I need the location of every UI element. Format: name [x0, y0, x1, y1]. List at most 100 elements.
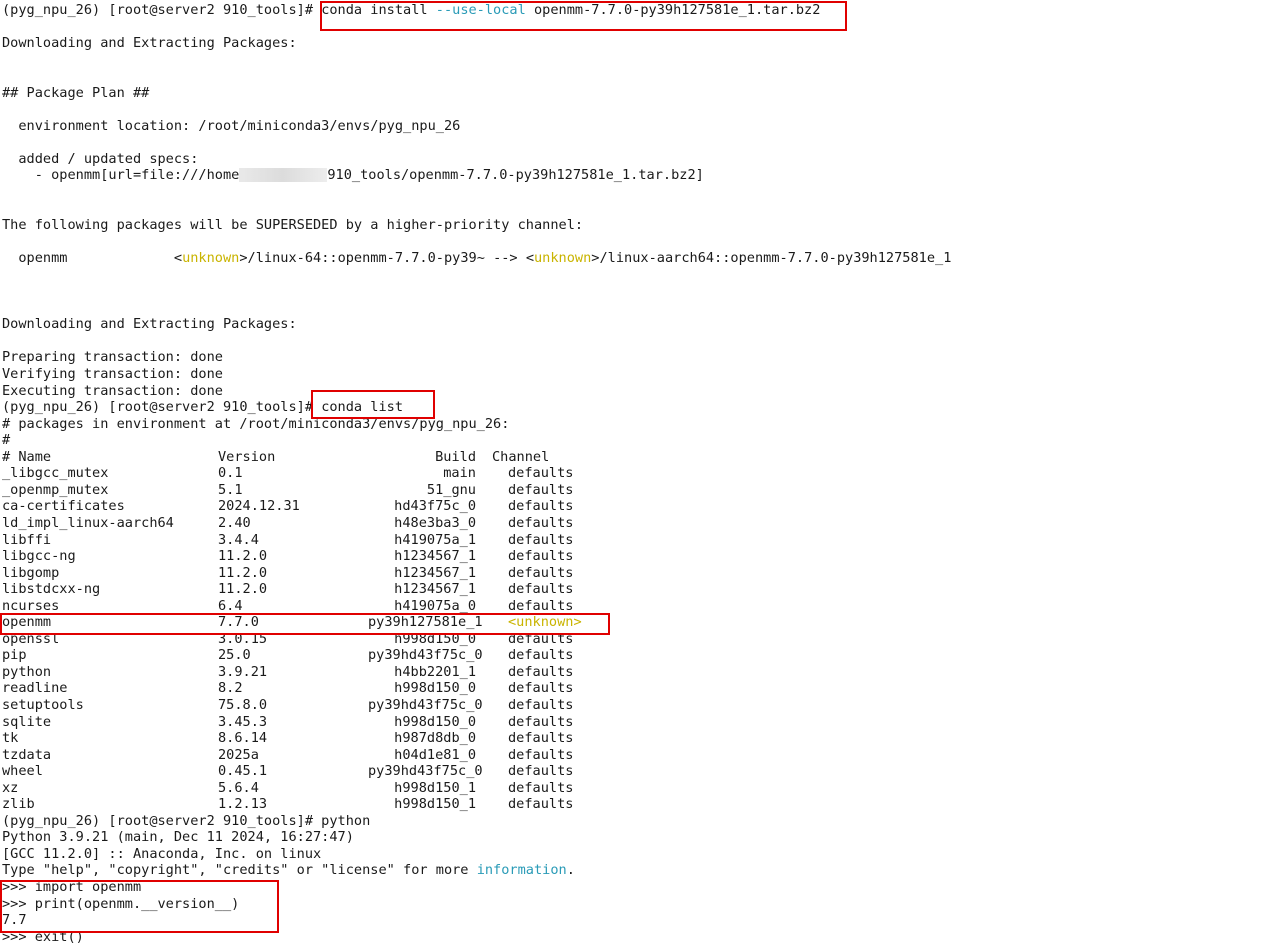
package-build: 51_gnu: [426, 481, 476, 498]
package-name: ld_impl_linux-aarch64: [2, 514, 174, 531]
table-row: tzdata 2025a h04d1e81_0 defaults: [2, 747, 1267, 764]
package-build: hd43f75c_0: [394, 498, 476, 515]
package-version: 0.45.1: [218, 763, 268, 780]
install-command-line: (pyg_npu_26) [root@server2 910_tools]# c…: [2, 2, 1267, 19]
package-channel: defaults: [508, 548, 574, 565]
package-table-header: # Name Version Build Channel: [2, 448, 550, 465]
package-channel: defaults: [508, 663, 574, 680]
package-name: libgomp: [2, 564, 60, 581]
table-row: ncurses 6.4 h419075a_0 defaults: [2, 598, 1267, 615]
package-version: 3.9.21: [218, 663, 268, 680]
package-name: openmm: [2, 614, 52, 631]
package-build: py39hd43f75c_0: [368, 696, 483, 713]
package-build: h998d150_1: [394, 796, 476, 813]
table-row: readline 8.2 h998d150_0 defaults: [2, 680, 1267, 697]
information-word: information: [476, 862, 567, 879]
package-name: pip: [2, 647, 27, 664]
shell-prompt: (pyg_npu_26) [root@server2 910_tools]#: [2, 399, 322, 416]
comment-hash: #: [2, 432, 11, 449]
table-row: openssl 3.0.15 h998d150_0 defaults: [2, 631, 1267, 648]
package-name: openssl: [2, 630, 60, 647]
python-command-line: (pyg_npu_26) [root@server2 910_tools]# p…: [2, 812, 371, 829]
package-version: 8.6.14: [218, 730, 268, 747]
package-version: 7.7.0: [218, 614, 259, 631]
package-name: ca-certificates: [2, 498, 125, 515]
python-result-line: 7.7: [2, 912, 27, 929]
package-version: 3.4.4: [218, 531, 259, 548]
package-build: h998d150_0: [394, 630, 476, 647]
package-build: h1234567_1: [394, 564, 476, 581]
table-row: _openmp_mutex 5.1 51_gnu defaults: [2, 482, 1267, 499]
table-row: wheel 0.45.1 py39hd43f75c_0 defaults: [2, 763, 1267, 780]
superseded-notice: The following packages will be SUPERSEDE…: [2, 217, 584, 234]
package-build: py39hd43f75c_0: [368, 763, 483, 780]
table-row: libgomp 11.2.0 h1234567_1 defaults: [2, 565, 1267, 582]
table-row: xz 5.6.4 h998d150_1 defaults: [2, 780, 1267, 797]
package-name: libffi: [2, 531, 52, 548]
package-channel: defaults: [508, 696, 574, 713]
package-build: h1234567_1: [394, 548, 476, 565]
executing-line: Executing transaction: done: [2, 382, 223, 399]
unknown-channel: unknown: [534, 250, 592, 267]
table-row: libstdcxx-ng 11.2.0 h1234567_1 defaults: [2, 581, 1267, 598]
package-build: h48e3ba3_0: [394, 514, 476, 531]
table-row: zlib 1.2.13 h998d150_1 defaults: [2, 796, 1267, 813]
package-name: zlib: [2, 796, 35, 813]
package-build: h998d150_0: [394, 680, 476, 697]
table-row: openmm 7.7.0 py39h127581e_1 <unknown>: [2, 614, 1267, 631]
package-version: 25.0: [218, 647, 251, 664]
package-channel: defaults: [508, 730, 574, 747]
table-row: setuptools 75.8.0 py39hd43f75c_0 defaults: [2, 697, 1267, 714]
package-name: ncurses: [2, 597, 60, 614]
superseded-package-line: openmm <unknown>/linux-64::openmm-7.7.0-…: [2, 250, 952, 267]
package-channel: defaults: [508, 713, 574, 730]
package-channel: defaults: [508, 514, 574, 531]
redacted-path: [239, 168, 328, 183]
package-version: 11.2.0: [218, 564, 268, 581]
table-row: pip 25.0 py39hd43f75c_0 defaults: [2, 647, 1267, 664]
package-name: _openmp_mutex: [2, 481, 109, 498]
packages-location: # packages in environment at /root/minic…: [2, 415, 510, 432]
gcc-line: [GCC 11.2.0] :: Anaconda, Inc. on linux: [2, 845, 322, 862]
package-version: 2025a: [218, 746, 259, 763]
specs-header: added / updated specs:: [2, 150, 199, 167]
package-name: tk: [2, 730, 19, 747]
package-name: setuptools: [2, 696, 84, 713]
spec-line: - openmm[url=file:///home 910_tools/openm…: [2, 167, 704, 184]
package-channel: <unknown>: [508, 614, 582, 631]
package-name: sqlite: [2, 713, 52, 730]
package-channel: defaults: [508, 746, 574, 763]
package-channel: defaults: [508, 581, 574, 598]
downloading-line: Downloading and Extracting Packages:: [2, 316, 297, 333]
package-version: 2.40: [218, 514, 251, 531]
table-row: libffi 3.4.4 h419075a_1 defaults: [2, 532, 1267, 549]
package-name: readline: [2, 680, 68, 697]
package-version: 3.45.3: [218, 713, 268, 730]
python-import-line: >>> import openmm: [2, 878, 142, 895]
package-build: py39h127581e_1: [368, 614, 483, 631]
package-version: 5.1: [218, 481, 243, 498]
python-exit-line: >>> exit(): [2, 928, 84, 945]
package-channel: defaults: [508, 481, 574, 498]
list-command: conda list: [321, 399, 404, 416]
verifying-line: Verifying transaction: done: [2, 366, 223, 383]
environment-location: environment location: /root/miniconda3/e…: [2, 117, 461, 134]
package-name: wheel: [2, 763, 43, 780]
package-channel: defaults: [508, 796, 574, 813]
package-version: 6.4: [218, 597, 243, 614]
terminal-output[interactable]: (pyg_npu_26) [root@server2 910_tools]# c…: [2, 2, 1267, 948]
package-channel: defaults: [508, 498, 574, 515]
package-version: 8.2: [218, 680, 243, 697]
package-name: _libgcc_mutex: [2, 465, 109, 482]
package-version: 11.2.0: [218, 548, 268, 565]
table-row: sqlite 3.45.3 h998d150_0 defaults: [2, 714, 1267, 731]
table-row: ld_impl_linux-aarch64 2.40 h48e3ba3_0 defau…: [2, 515, 1267, 532]
table-row: libgcc-ng 11.2.0 h1234567_1 defaults: [2, 548, 1267, 565]
package-channel: defaults: [508, 531, 574, 548]
package-channel: defaults: [508, 630, 574, 647]
package-version: 5.6.4: [218, 779, 259, 796]
package-name: libstdcxx-ng: [2, 581, 101, 598]
table-row: _libgcc_mutex 0.1 main defaults: [2, 465, 1267, 482]
package-version: 1.2.13: [218, 796, 268, 813]
package-name: python: [2, 663, 52, 680]
